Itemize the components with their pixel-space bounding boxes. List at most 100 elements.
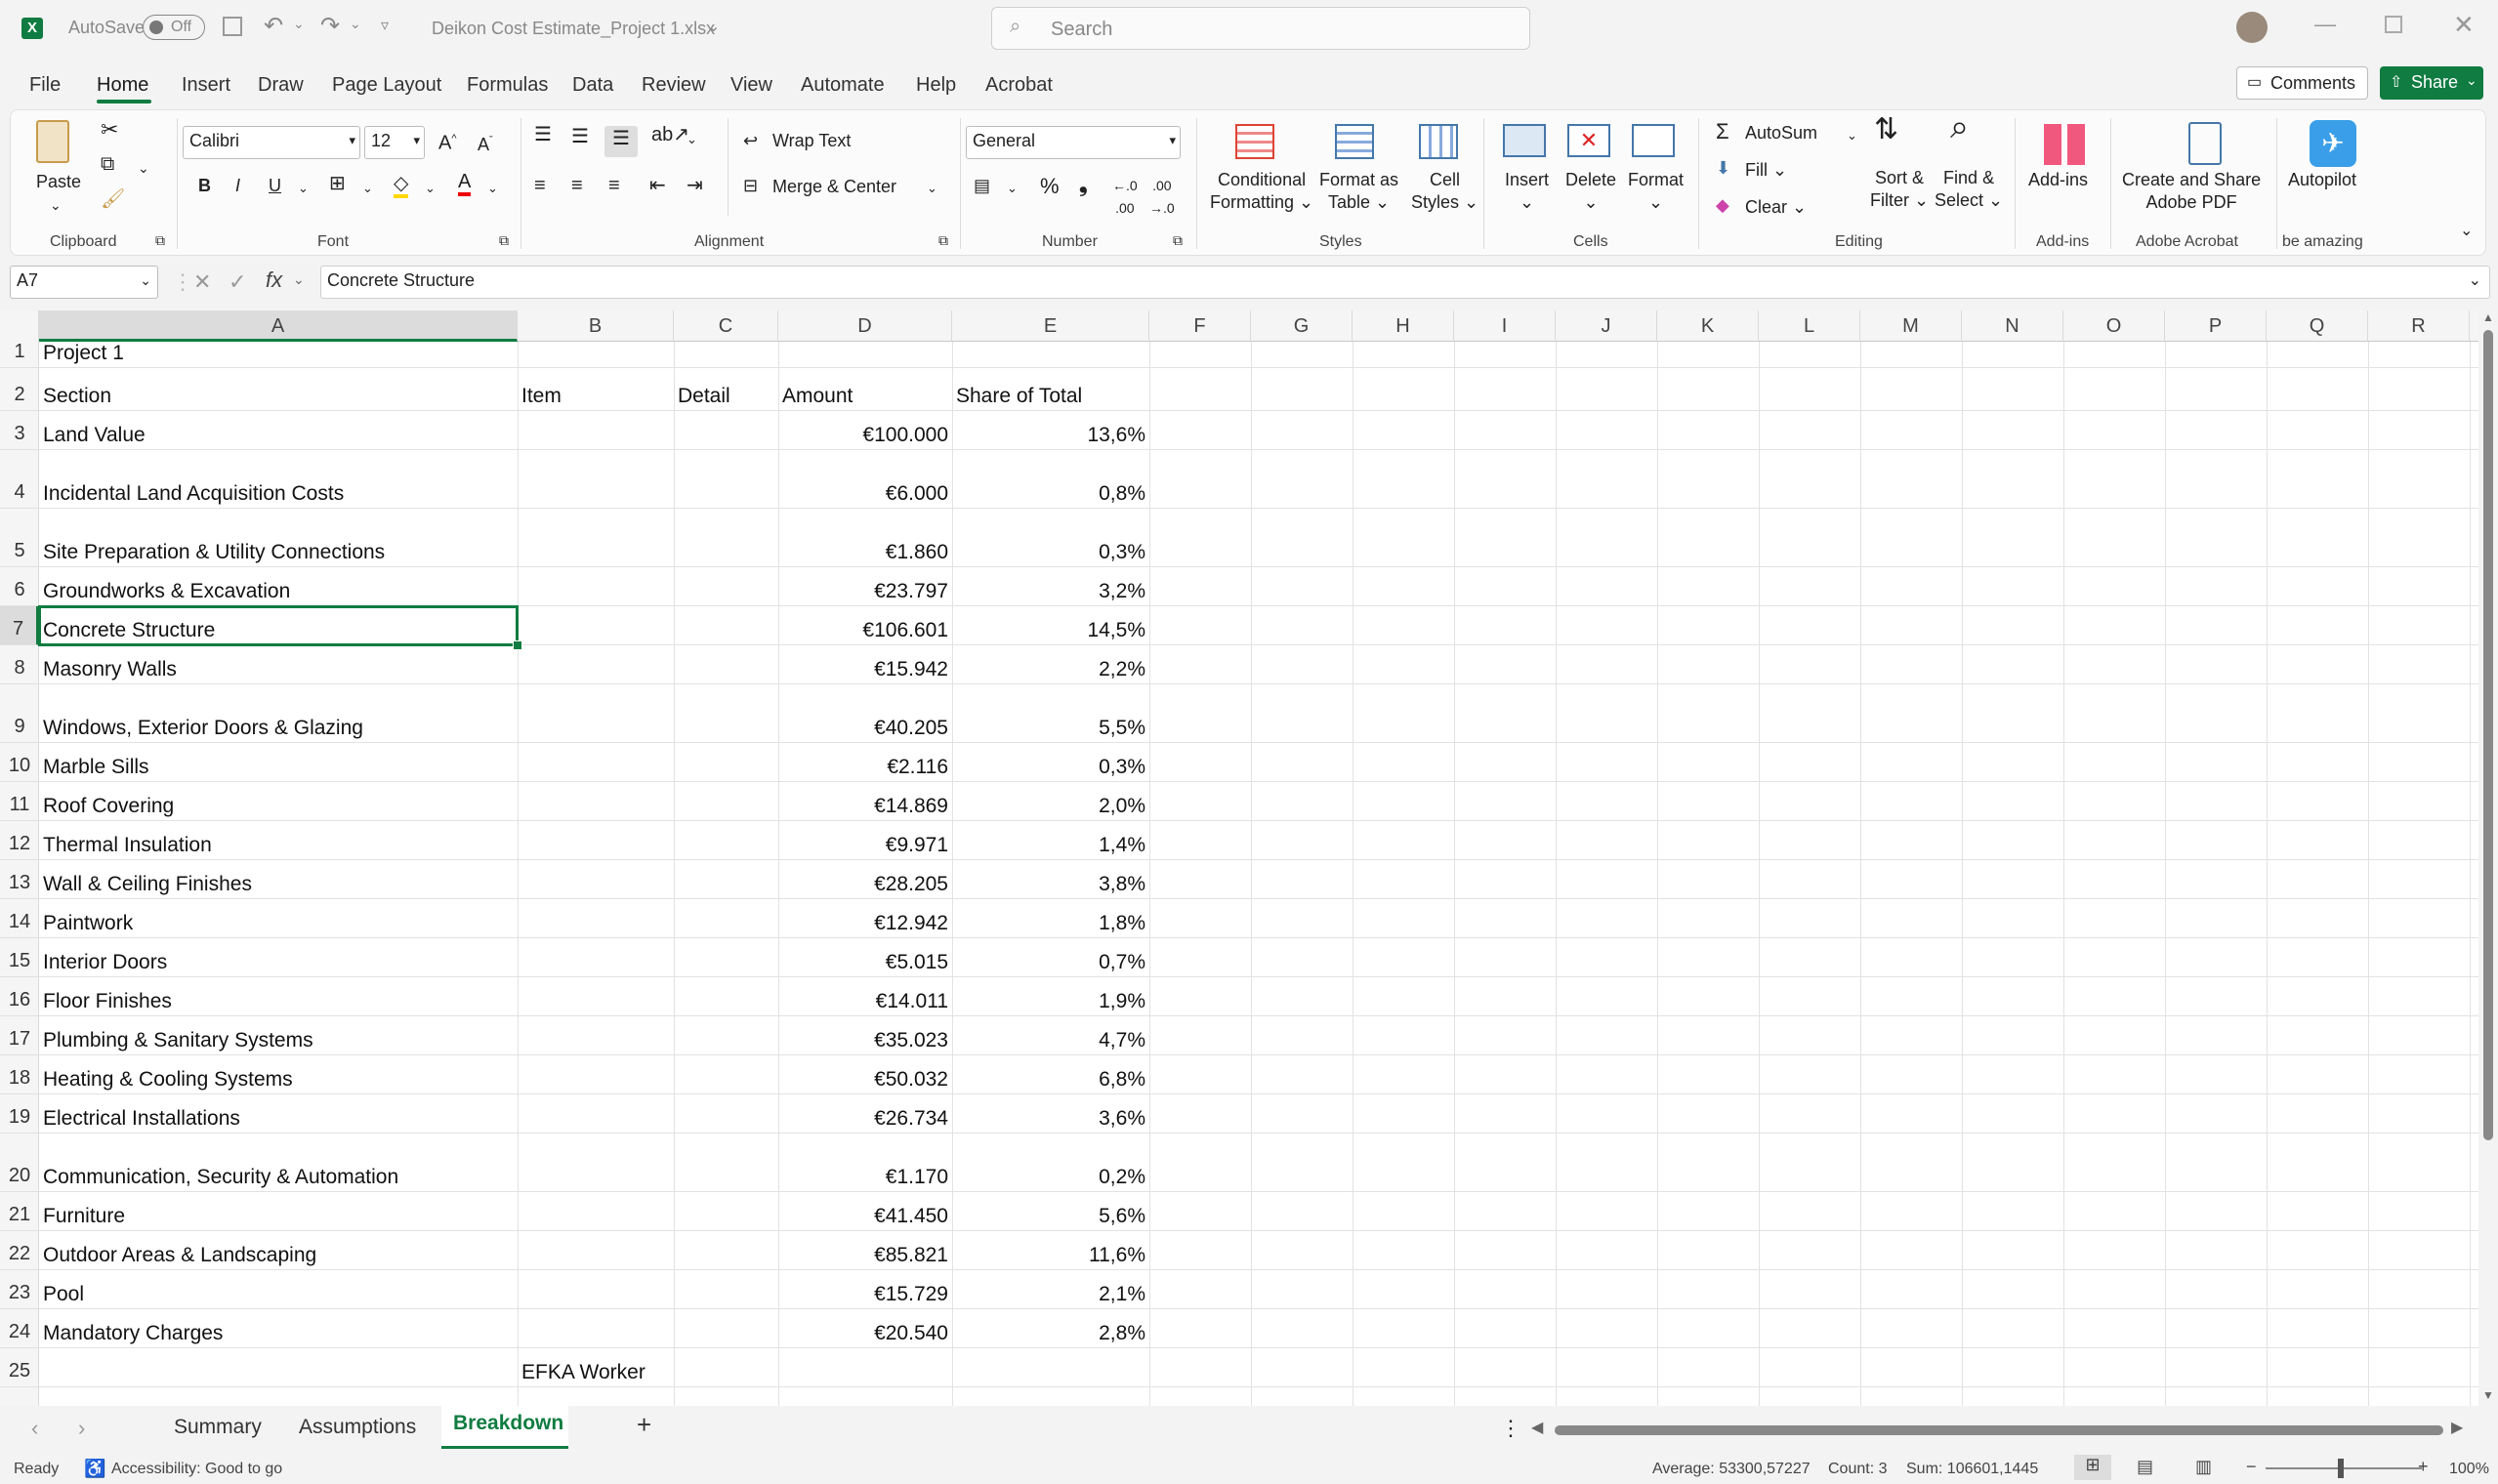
share-cell[interactable]: 13,6% bbox=[952, 411, 1149, 450]
find-select-button[interactable]: Find & Select ⌄ bbox=[1935, 167, 2003, 212]
amount-cell[interactable]: €26.734 bbox=[778, 1094, 952, 1134]
share-cell[interactable]: 2,1% bbox=[952, 1270, 1149, 1309]
column-header-i[interactable]: I bbox=[1454, 310, 1556, 342]
section-cell[interactable]: Thermal Insulation bbox=[39, 821, 518, 860]
amount-cell[interactable]: €2.116 bbox=[778, 743, 952, 782]
share-cell[interactable]: 2,8% bbox=[952, 1309, 1149, 1348]
column-header-g[interactable]: G bbox=[1251, 310, 1353, 342]
scroll-right-icon[interactable]: ▶ bbox=[2451, 1418, 2463, 1437]
section-cell[interactable]: Wall & Ceiling Finishes bbox=[39, 860, 518, 899]
select-all-corner[interactable] bbox=[0, 310, 39, 342]
row-header[interactable]: 3 bbox=[0, 411, 39, 450]
amount-cell[interactable]: €1.170 bbox=[778, 1134, 952, 1192]
redo-dropdown-icon[interactable]: ⌄ bbox=[350, 16, 361, 32]
font-size-select[interactable]: 12 ▾ bbox=[364, 126, 425, 159]
tab-data[interactable]: Data bbox=[572, 74, 613, 97]
spreadsheet-grid[interactable]: A B C D E F G H I J K L M N O P Q R 1 2 3 4 5 6 7 8 9 10 11 12 13 14 15 1… bbox=[0, 310, 2478, 1406]
format-painter-icon[interactable]: 🖌 bbox=[101, 188, 125, 211]
minimize-icon[interactable]: — bbox=[2314, 12, 2336, 37]
column-header-c[interactable]: C bbox=[674, 310, 778, 342]
number-format-select[interactable]: General ▾ bbox=[966, 126, 1181, 159]
restore-icon[interactable] bbox=[2385, 16, 2402, 33]
sheet-title-cell[interactable]: Project 1 bbox=[39, 342, 518, 368]
section-cell[interactable]: Communication, Security & Automation bbox=[39, 1134, 518, 1192]
fill-color-dropdown-icon[interactable]: ⌄ bbox=[425, 177, 436, 199]
borders-dropdown-icon[interactable]: ⌄ bbox=[362, 177, 373, 199]
selected-cell[interactable]: Concrete Structure bbox=[38, 605, 519, 646]
tab-view[interactable]: View bbox=[730, 74, 772, 97]
status-average[interactable]: Average: 53300,57227 bbox=[1652, 1461, 1811, 1478]
more-options-icon[interactable]: ⋮ bbox=[1500, 1416, 1521, 1441]
amount-cell[interactable]: €15.942 bbox=[778, 645, 952, 684]
tab-page-layout[interactable]: Page Layout bbox=[332, 74, 441, 97]
copy-dropdown-icon[interactable]: ⌄ bbox=[138, 157, 149, 180]
share-cell[interactable]: 0,3% bbox=[952, 743, 1149, 782]
clear-icon[interactable]: ◆ bbox=[1716, 194, 1729, 217]
column-header-b[interactable]: B bbox=[518, 310, 674, 342]
row-header[interactable]: 22 bbox=[0, 1231, 39, 1270]
prev-sheet-icon[interactable]: ‹ bbox=[31, 1416, 38, 1441]
search-box[interactable]: ⌕ Search bbox=[991, 7, 1530, 50]
section-cell[interactable]: Outdoor Areas & Landscaping bbox=[39, 1231, 518, 1270]
amount-cell[interactable]: €23.797 bbox=[778, 567, 952, 606]
amount-cell[interactable]: €85.821 bbox=[778, 1231, 952, 1270]
autosum-dropdown-icon[interactable]: ⌄ bbox=[1847, 124, 1857, 146]
column-header-m[interactable]: M bbox=[1860, 310, 1962, 342]
column-header-e[interactable]: E bbox=[952, 310, 1149, 342]
format-cells-button[interactable]: Format ⌄ bbox=[1628, 169, 1684, 214]
vertical-scrollbar[interactable]: ▲ ▼ bbox=[2478, 310, 2498, 1406]
row-header[interactable]: 15 bbox=[0, 938, 39, 977]
row-header[interactable]: 25 bbox=[0, 1348, 39, 1387]
decrease-decimal-icon[interactable]: .00 →.0 bbox=[1149, 175, 1175, 220]
row-header[interactable]: 2 bbox=[0, 368, 39, 411]
amount-cell[interactable]: €9.971 bbox=[778, 821, 952, 860]
scroll-down-icon[interactable]: ▼ bbox=[2482, 1388, 2494, 1402]
row-header[interactable]: 21 bbox=[0, 1192, 39, 1231]
bottom-align-icon[interactable]: ☰ bbox=[604, 126, 638, 157]
underline-dropdown-icon[interactable]: ⌄ bbox=[298, 177, 309, 199]
row-header[interactable]: 16 bbox=[0, 977, 39, 1016]
column-header-a[interactable]: A bbox=[39, 310, 518, 342]
amount-cell[interactable]: €12.942 bbox=[778, 899, 952, 938]
file-name-dropdown-icon[interactable]: ⌄ bbox=[707, 17, 720, 36]
page-layout-view-icon[interactable]: ▤ bbox=[2137, 1457, 2153, 1477]
row-header[interactable]: 23 bbox=[0, 1270, 39, 1309]
share-cell[interactable]: 2,0% bbox=[952, 782, 1149, 821]
middle-align-icon[interactable]: ☰ bbox=[571, 126, 589, 148]
amount-cell[interactable]: €106.601 bbox=[778, 606, 952, 645]
decrease-indent-icon[interactable]: ⇤ bbox=[649, 175, 666, 197]
sheet-tab-summary[interactable]: Summary bbox=[174, 1416, 262, 1439]
share-cell[interactable]: 6,8% bbox=[952, 1055, 1149, 1094]
amount-cell[interactable]: €14.011 bbox=[778, 977, 952, 1016]
column-header-f[interactable]: F bbox=[1149, 310, 1251, 342]
tab-acrobat[interactable]: Acrobat bbox=[985, 74, 1053, 97]
column-header-p[interactable]: P bbox=[2165, 310, 2267, 342]
font-color-dropdown-icon[interactable]: ⌄ bbox=[487, 177, 498, 199]
zoom-in-icon[interactable]: + bbox=[2418, 1457, 2429, 1477]
wrap-text-button[interactable]: Wrap Text bbox=[772, 130, 851, 152]
tab-file[interactable]: File bbox=[29, 74, 61, 97]
zoom-level[interactable]: 100% bbox=[2449, 1461, 2489, 1478]
row-header[interactable]: 8 bbox=[0, 645, 39, 684]
save-icon[interactable] bbox=[223, 17, 242, 36]
status-count[interactable]: Count: 3 bbox=[1828, 1461, 1887, 1478]
cut-icon[interactable]: ✂ bbox=[101, 118, 118, 141]
section-cell[interactable]: Marble Sills bbox=[39, 743, 518, 782]
column-header-n[interactable]: N bbox=[1962, 310, 2063, 342]
section-cell[interactable]: Interior Doors bbox=[39, 938, 518, 977]
merge-dropdown-icon[interactable]: ⌄ bbox=[927, 177, 937, 199]
fill-icon[interactable]: ⬇ bbox=[1716, 157, 1730, 180]
undo-dropdown-icon[interactable]: ⌄ bbox=[293, 16, 305, 32]
share-cell[interactable]: 2,2% bbox=[952, 645, 1149, 684]
section-cell[interactable]: Incidental Land Acquisition Costs bbox=[39, 450, 518, 509]
amount-cell[interactable]: €14.869 bbox=[778, 782, 952, 821]
sheet-tab-breakdown[interactable]: Breakdown bbox=[453, 1412, 563, 1435]
file-name[interactable]: Deikon Cost Estimate_Project 1.xlsx bbox=[432, 19, 715, 39]
sort-filter-button[interactable]: Sort & Filter ⌄ bbox=[1870, 167, 1929, 212]
zoom-slider-thumb[interactable] bbox=[2338, 1459, 2344, 1478]
add-ins-button[interactable]: Add-ins bbox=[2028, 169, 2088, 191]
row-header[interactable]: 13 bbox=[0, 860, 39, 899]
undo-icon[interactable]: ↶ bbox=[264, 12, 283, 40]
alignment-launcher-icon[interactable]: ⧉ bbox=[938, 229, 948, 252]
fill-button[interactable]: Fill ⌄ bbox=[1745, 159, 1787, 182]
